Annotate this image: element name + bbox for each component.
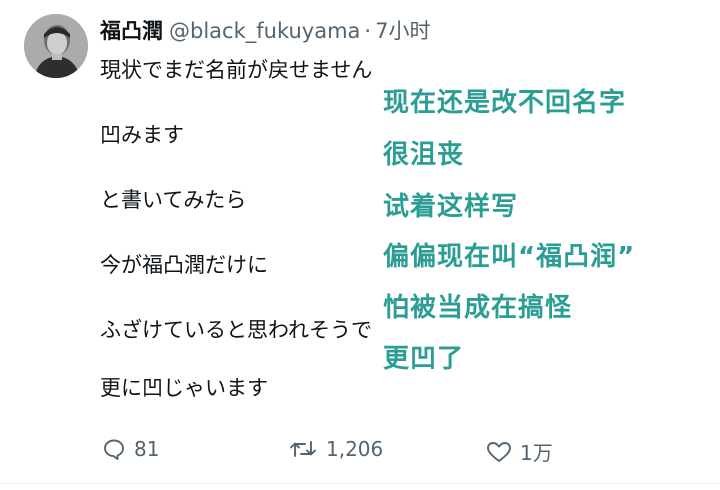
like-count: 1万 (520, 441, 553, 465)
reply-count: 81 (134, 437, 160, 461)
separator-dot: · (364, 19, 372, 43)
retweet-count: 1,206 (326, 437, 384, 461)
tweet: 福凸潤 @black_fukuyama · 7小时 現状でまだ名前が戻せません 凹みま… (0, 0, 720, 490)
tweet-divider (0, 483, 720, 484)
heart-icon (487, 441, 511, 462)
translation-line-6: 更凹了 (383, 344, 465, 374)
tweet-text-line-4: 今が福凸潤だけに (100, 253, 268, 277)
user-handle[interactable]: @black_fukuyama (169, 19, 360, 43)
translation-line-5: 怕被当成在搞怪 (383, 293, 573, 323)
reply-button[interactable]: 81 (102, 437, 159, 461)
translation-line-2: 很沮丧 (383, 140, 465, 170)
tweet-text-line-6: 更に凹じゃいます (100, 376, 268, 400)
tweet-text-line-3: と書いてみたら (100, 188, 247, 212)
timestamp[interactable]: 7小时 (375, 19, 430, 43)
avatar-image (24, 14, 88, 78)
display-name[interactable]: 福凸潤 (100, 19, 163, 43)
translation-line-1: 现在还是改不回名字 (383, 88, 627, 118)
translation-line-3: 试着这样写 (383, 192, 519, 222)
tweet-text-line-5: ふざけていると思われそうで (100, 318, 372, 342)
avatar[interactable] (24, 14, 88, 78)
tweet-text-line-2: 凹みます (100, 123, 184, 147)
retweet-button[interactable]: 1,206 (288, 437, 383, 461)
tweet-text-line-1: 現状でまだ名前が戻せません (100, 58, 373, 82)
like-button[interactable]: 1万 (486, 437, 553, 466)
retweet-icon (290, 441, 316, 457)
translation-line-4: 偏偏现在叫“福凸润” (383, 242, 636, 272)
reply-icon (104, 439, 124, 460)
tweet-header: 福凸潤 @black_fukuyama · 7小时 (100, 16, 430, 46)
